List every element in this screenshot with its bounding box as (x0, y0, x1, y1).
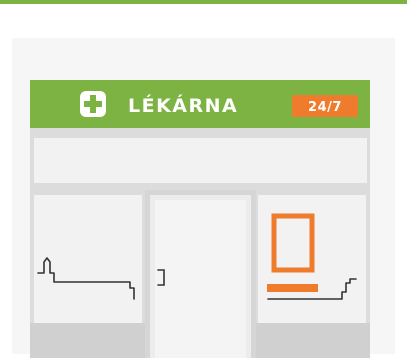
door-glass (155, 200, 246, 358)
transom-window (34, 138, 367, 183)
pharmacy-storefront-illustration: LÉKÁRNA 24/7 (12, 38, 395, 358)
right-base-panel (256, 323, 370, 358)
left-display-window (34, 195, 142, 323)
left-base-panel (30, 323, 145, 358)
window-poster-stand (267, 284, 318, 292)
medical-cross-icon (80, 91, 106, 117)
pharmacy-name: LÉKÁRNA (128, 94, 238, 117)
hours-badge-label: 24/7 (308, 100, 342, 115)
hours-badge: 24/7 (292, 95, 358, 117)
